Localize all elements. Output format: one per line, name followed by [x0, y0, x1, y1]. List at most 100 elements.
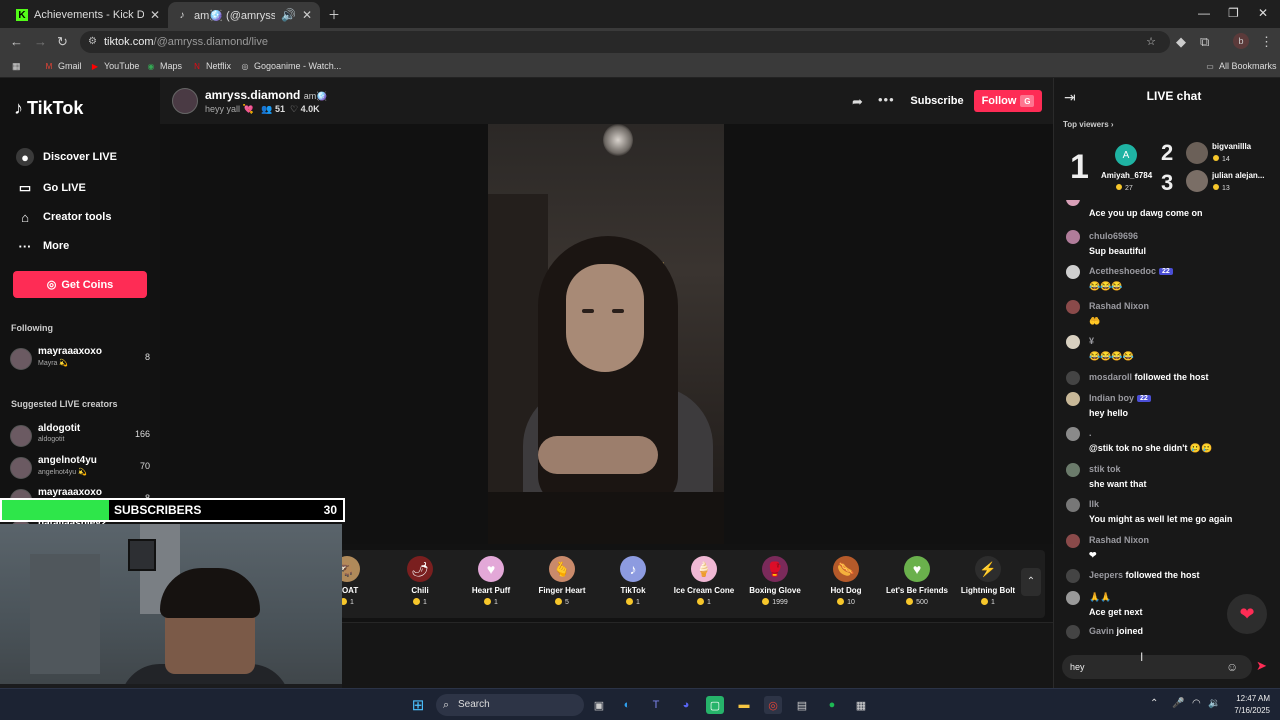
bookmark-maps[interactable]: ◉ Maps	[146, 61, 183, 71]
points-value: 14	[1222, 156, 1230, 163]
account-name: aldogotit	[38, 423, 81, 434]
follow-button[interactable]: Follow G	[974, 90, 1042, 112]
maximize-button[interactable]: ❐	[1228, 6, 1239, 20]
gift-item[interactable]: 🌶 Chili 1	[385, 556, 455, 616]
chevron-up-icon[interactable]: ⌃	[1021, 568, 1041, 596]
close-icon[interactable]: ✕	[302, 8, 312, 22]
avatar[interactable]: A	[1115, 144, 1137, 166]
tiktok-logo[interactable]: ♪ TikTok	[14, 98, 83, 119]
gift-name: Boxing Glove	[749, 586, 801, 595]
tab-kick-dashboard[interactable]: K Achievements - Kick Dashboard ✕	[8, 2, 168, 28]
gift-price-value: 1	[636, 599, 640, 606]
top-viewer-name[interactable]: Amiyah_6784	[1101, 171, 1152, 180]
close-icon[interactable]: ✕	[150, 8, 160, 22]
sidebar-item-more[interactable]: ··· More	[16, 237, 70, 255]
gift-item[interactable]: ♥ Let's Be Friends 500	[882, 556, 952, 616]
menu-icon[interactable]: ⋮	[1260, 34, 1273, 50]
gift-icon: 🌭	[833, 556, 859, 582]
top-viewers-link[interactable]: Top viewers ›	[1063, 120, 1114, 129]
bookmark-gmail[interactable]: M Gmail	[44, 61, 82, 71]
suggested-account[interactable]: angelnot4yu angelnot4yu 💫 70	[10, 455, 150, 481]
gift-item[interactable]: ♪ TikTok 1	[598, 556, 668, 616]
sidebar-item-creator-tools[interactable]: ⌂ Creator tools	[16, 208, 111, 226]
more-options-icon[interactable]: •••	[878, 92, 895, 107]
minimize-button[interactable]: —	[1198, 6, 1210, 20]
gift-name: Hot Dog	[830, 586, 862, 595]
like-count: 4.0K	[300, 104, 320, 114]
top-viewer-name[interactable]: bigvanillla	[1212, 142, 1251, 151]
gift-item[interactable]: 🫰 Finger Heart 5	[527, 556, 597, 616]
heart-icon[interactable]: ❤	[1227, 594, 1267, 634]
system-clock[interactable]: 12:47 AM 7/16/2025	[1234, 693, 1270, 717]
discord-icon[interactable]: ◕	[677, 696, 695, 714]
puzzle-icon[interactable]: ⧉	[1200, 34, 1209, 50]
obs-icon[interactable]: ▦	[852, 696, 870, 714]
edge-icon[interactable]: ◐	[618, 696, 636, 714]
site-info-icon[interactable]: ⚙	[88, 31, 97, 53]
store-icon[interactable]: ▤	[793, 696, 811, 714]
microphone-icon[interactable]: 🎤	[1172, 698, 1184, 709]
wifi-icon[interactable]: ◠	[1192, 698, 1201, 709]
subscribe-button[interactable]: Subscribe	[904, 90, 970, 112]
sidebar-item-go-live[interactable]: ▭ Go LIVE	[16, 179, 86, 197]
spotify-icon[interactable]: ●	[823, 696, 841, 714]
gift-item[interactable]: 🍦 Ice Cream Cone 1	[669, 556, 739, 616]
close-window-button[interactable]: ✕	[1258, 6, 1268, 20]
bookmark-netflix[interactable]: N Netflix	[192, 61, 231, 71]
bookmark-youtube[interactable]: ▶ YouTube	[90, 61, 139, 71]
avatar[interactable]	[1186, 170, 1208, 192]
avatar[interactable]	[1186, 142, 1208, 164]
forward-icon[interactable]: →	[34, 34, 47, 49]
chrome-icon[interactable]: ◎	[764, 696, 782, 714]
back-icon[interactable]: ←	[10, 34, 23, 49]
gift-item[interactable]: ♥ Heart Puff 1	[456, 556, 526, 616]
collapse-chat-icon[interactable]: ⇥	[1064, 89, 1076, 106]
sidebar-item-label: Discover LIVE	[43, 151, 117, 163]
apps-icon[interactable]: ▦	[12, 61, 21, 72]
app-icon[interactable]: ▢	[706, 696, 724, 714]
camera-icon: ▭	[18, 180, 32, 195]
new-tab-button[interactable]: ＋	[328, 6, 340, 23]
gift-item[interactable]: 🌭 Hot Dog 10	[811, 556, 881, 616]
streamer-face	[566, 264, 644, 372]
chat-input[interactable]	[1062, 655, 1252, 679]
chevron-up-icon[interactable]: ⌃	[1150, 698, 1158, 709]
following-account[interactable]: mayraaaxoxo Mayra 💫 8	[10, 346, 150, 372]
speaker-icon[interactable]: 🔊	[281, 8, 296, 22]
gift-item[interactable]: 🥊 Boxing Glove 1999	[740, 556, 810, 616]
volume-icon[interactable]: 🔉	[1208, 698, 1220, 709]
all-bookmarks[interactable]: ▭ All Bookmarks	[1205, 61, 1276, 71]
avatar	[1066, 300, 1080, 314]
live-video-player[interactable]	[488, 124, 724, 544]
emoji-icon[interactable]: ☺	[1226, 660, 1238, 674]
teams-icon[interactable]: T	[647, 696, 665, 714]
send-icon[interactable]: ➤	[1256, 658, 1267, 674]
file-explorer-icon[interactable]: ▬	[735, 696, 753, 714]
get-coins-button[interactable]: ◎ Get Coins	[13, 271, 147, 298]
host-avatar[interactable]	[172, 88, 198, 114]
gift-item[interactable]: ⚡ Lightning Bolt 1	[953, 556, 1023, 616]
tab-tiktok-live[interactable]: ♪ am🪩 (@amryss.diamond) 🔊 ✕	[168, 2, 320, 28]
suggested-account[interactable]: aldogotit aldogotit 166	[10, 423, 150, 449]
windows-start-icon[interactable]: ⊞	[409, 696, 427, 714]
taskbar-search[interactable]: ⌕ Search	[436, 694, 584, 716]
bookmark-gogoanime[interactable]: ◎ Gogoanime - Watch...	[240, 61, 342, 71]
keyboard-shortcut-badge: G	[1020, 95, 1035, 107]
share-icon[interactable]: ➦	[852, 94, 863, 110]
sidebar-item-discover-live[interactable]: ● Discover LIVE	[16, 148, 117, 166]
top-viewer-name[interactable]: julian alejan...	[1212, 171, 1264, 180]
extension-icon[interactable]: ◆	[1176, 34, 1186, 50]
address-bar[interactable]: ⚙ tiktok.com/@amryss.diamond/live ☆	[80, 31, 1170, 53]
stream-header: amryss.diamond am🪩 heyy yall 💘 👥 51 ♡ 4.…	[160, 78, 1053, 124]
star-icon[interactable]: ☆	[1146, 31, 1156, 53]
task-view-icon[interactable]: ▣	[590, 696, 608, 714]
avatar	[1066, 265, 1080, 279]
gift-price: 1	[598, 598, 668, 606]
profile-avatar[interactable]: b	[1233, 33, 1249, 49]
reload-icon[interactable]: ↻	[57, 34, 68, 50]
chat-username: chulo69696	[1089, 231, 1139, 241]
gift-icon: 🌶	[407, 556, 433, 582]
bookmarks-bar: ▦ M Gmail ▶ YouTube ◉ Maps N Netflix ◎ Gogoan…	[0, 56, 1280, 78]
chat-title: LIVE chat	[1146, 89, 1202, 103]
host-name[interactable]: amryss.diamond am🪩	[205, 88, 327, 102]
